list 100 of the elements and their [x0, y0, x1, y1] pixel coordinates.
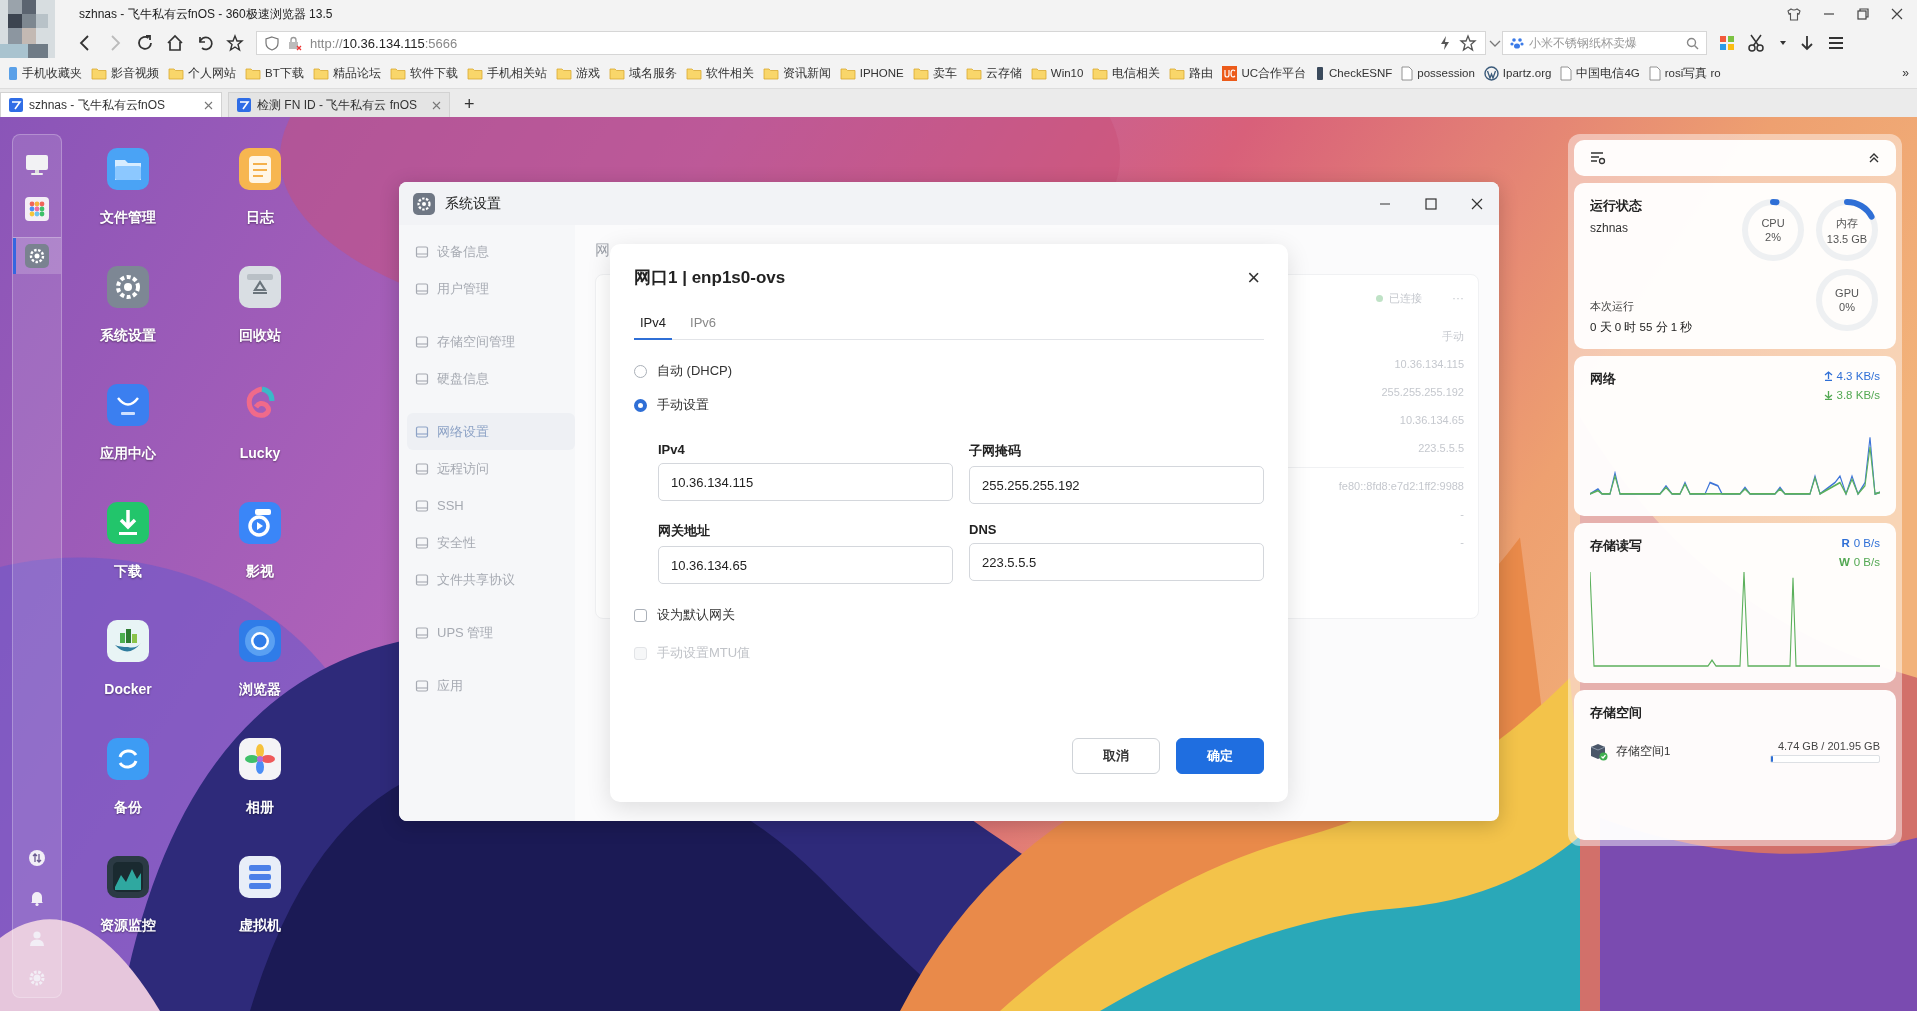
bookmark-link[interactable]: IPHONE [839, 66, 904, 80]
app-label[interactable]: 浏览器 [239, 679, 281, 699]
close-icon[interactable] [1891, 8, 1903, 20]
confirm-button[interactable]: 确定 [1176, 738, 1264, 774]
bookmark-link[interactable]: 电信相关 [1092, 65, 1161, 81]
input-field[interactable]: 255.255.255.192 [969, 466, 1264, 504]
gauge-ring [1740, 197, 1806, 263]
shopping-bag-icon[interactable] [106, 383, 150, 427]
option-label[interactable]: 设为默认网关 [657, 606, 735, 624]
browser-tab[interactable]: 检测 FN ID - 飞牛私有云 fnOS [228, 92, 450, 117]
host-name: szhnas [1590, 221, 1630, 235]
bookmark-link[interactable]: 域名服务 [608, 65, 677, 81]
server-icon[interactable] [238, 855, 282, 899]
uptime-value: 0 天 0 时 55 分 1 秒 [1590, 320, 1694, 335]
new-tab-button[interactable]: + [456, 92, 483, 117]
option-label[interactable]: 手动设置 [657, 396, 709, 414]
star-icon[interactable] [1459, 34, 1477, 52]
option-label[interactable]: 自动 (DHCP) [657, 362, 733, 380]
folder-icon [1030, 66, 1047, 80]
bookmark-link[interactable]: 游戏 [555, 65, 600, 81]
maximize-icon[interactable] [1857, 8, 1869, 20]
gauge-label: CPU [1761, 217, 1785, 229]
app-label[interactable]: 下载 [114, 561, 142, 581]
bookmark-link[interactable]: 云存储 [965, 65, 1022, 81]
notes-icon[interactable] [238, 147, 282, 191]
bookmark-link[interactable]: 资讯新闻 [762, 65, 831, 81]
folder-icon [466, 66, 483, 80]
page-heading: 网 [595, 241, 611, 260]
tab[interactable]: IPv6 [684, 315, 723, 340]
gear-icon[interactable] [106, 265, 150, 309]
download-icon[interactable] [1799, 34, 1815, 52]
app-label[interactable]: 备份 [114, 797, 142, 817]
whale-icon[interactable] [106, 619, 150, 663]
apps-icon[interactable] [1719, 35, 1735, 51]
app-label[interactable]: 资源监控 [100, 915, 156, 935]
close-icon[interactable] [1471, 197, 1483, 210]
bookmark-link[interactable]: BT下载 [245, 65, 304, 81]
app-label[interactable]: 文件管理 [100, 207, 156, 227]
reload-icon[interactable] [136, 34, 154, 52]
collapse-icon[interactable] [1868, 152, 1880, 164]
setting-value: fe80::8fd8:e7d2:1ff2:9988 [1338, 479, 1464, 494]
radio-button[interactable] [634, 398, 647, 412]
app-label[interactable]: 系统设置 [100, 325, 156, 345]
bookmark-link[interactable]: Ipartz.org [1483, 65, 1552, 81]
bookmark-link[interactable]: CheckESNF [1315, 65, 1393, 81]
lightning-icon[interactable] [1439, 35, 1451, 51]
storage-box-icon [1590, 742, 1608, 761]
input-field[interactable]: 10.36.134.65 [658, 546, 953, 584]
search-icon[interactable] [1686, 36, 1699, 50]
bookmark-link[interactable]: 手机收藏夹 [8, 65, 82, 81]
input-field[interactable]: 223.5.5.5 [969, 543, 1264, 581]
app-label[interactable]: Docker [104, 679, 152, 699]
bookmark-link[interactable]: 个人网站 [168, 65, 236, 81]
cancel-button[interactable]: 取消 [1072, 738, 1160, 774]
bookmark-link[interactable]: UC合作平台 [1222, 65, 1307, 81]
folder-icon[interactable] [106, 147, 150, 191]
bookmark-link[interactable]: rosi写真 ro [1648, 65, 1721, 81]
app-label[interactable]: 虚拟机 [239, 915, 281, 935]
bookmark-link[interactable]: possession [1401, 65, 1475, 81]
chart-icon[interactable] [106, 855, 150, 899]
sync-icon[interactable] [106, 737, 150, 781]
bookmark-link[interactable]: 中国电信4G [1560, 65, 1640, 81]
gear-icon[interactable] [25, 244, 49, 268]
app-label[interactable]: 应用中心 [100, 443, 156, 463]
app-label[interactable]: Lucky [239, 443, 281, 463]
gauge-value: 0% [1839, 301, 1855, 313]
close-button[interactable]: × [1243, 266, 1264, 289]
maximize-icon[interactable] [1425, 197, 1437, 210]
scissors-icon[interactable] [1747, 34, 1767, 52]
transfer-icon[interactable] [28, 849, 46, 867]
bookmark-link[interactable]: 软件下载 [389, 65, 458, 81]
star-icon[interactable] [226, 34, 244, 52]
bookmark-link[interactable]: 路由 [1169, 65, 1214, 81]
caret-icon[interactable] [1779, 39, 1787, 47]
tab[interactable]: IPv4 [634, 315, 672, 340]
bookmark-link[interactable]: 精品论坛 [312, 65, 381, 81]
app-label[interactable]: 回收站 [239, 325, 281, 345]
address-field[interactable]: http://10.36.134.115:5666 [256, 31, 1486, 55]
checkbox[interactable] [634, 608, 647, 622]
app-label[interactable]: 日志 [246, 207, 274, 227]
folder-icon [685, 66, 702, 80]
undo-icon[interactable] [196, 34, 214, 52]
flower-icon[interactable] [238, 737, 282, 781]
more-bookmarks-button[interactable]: » [1902, 66, 1909, 80]
shirt-icon[interactable] [1787, 7, 1801, 21]
bookmark-link[interactable]: Win10 [1030, 66, 1084, 80]
ring-icon[interactable] [238, 619, 282, 663]
bookmark-link[interactable]: 软件相关 [685, 65, 754, 81]
app-label[interactable]: 影视 [246, 561, 274, 581]
menu-icon[interactable] [1827, 35, 1845, 51]
app-label[interactable]: 相册 [246, 797, 274, 817]
apps-icon[interactable] [25, 197, 49, 221]
bookmark-link[interactable]: 手机相关站 [466, 65, 547, 81]
home-icon[interactable] [166, 34, 184, 52]
filter-settings-icon[interactable] [1590, 151, 1606, 165]
play-icon[interactable] [238, 501, 282, 545]
input-field[interactable]: 10.36.134.115 [658, 463, 953, 501]
browser-tab[interactable]: szhnas - 飞牛私有云fnOS [0, 92, 222, 117]
bookmark-link[interactable]: 卖车 [912, 65, 957, 81]
bookmark-link[interactable]: 影音视频 [91, 65, 159, 81]
